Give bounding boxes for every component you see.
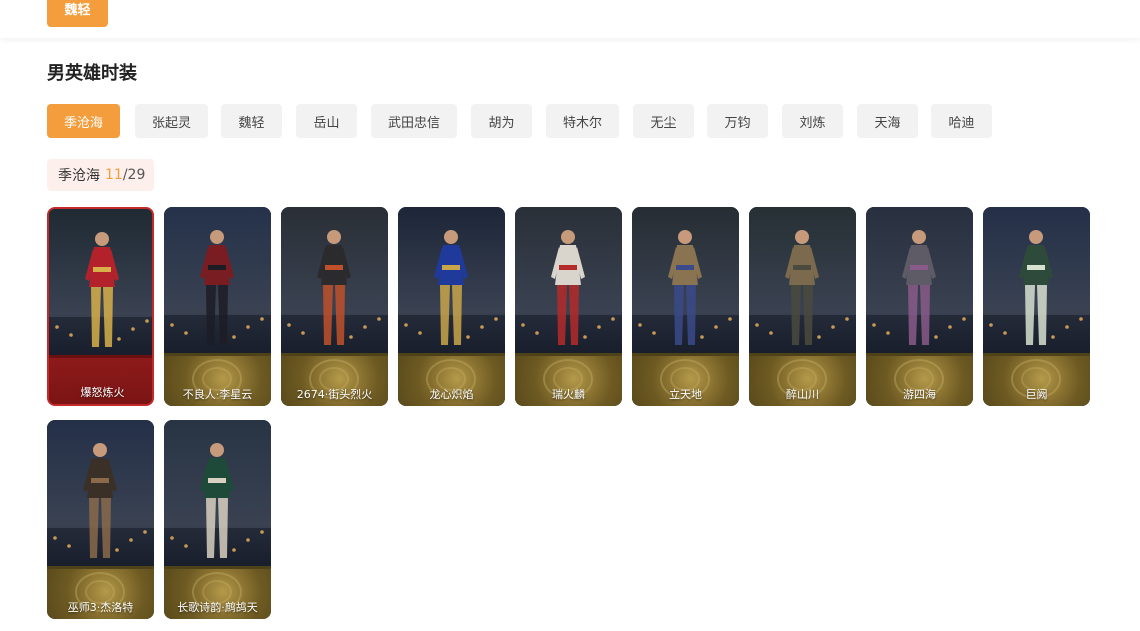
skin-portrait-image — [632, 207, 739, 357]
skin-portrait-image — [866, 207, 973, 357]
skin-card[interactable]: 长歌诗韵·鹧鸪天 — [164, 420, 271, 619]
tab-hero[interactable]: 胡为 — [471, 104, 532, 138]
skin-card[interactable]: 爆怒炼火 — [47, 207, 154, 406]
skin-name: 巨阙 — [1025, 388, 1048, 401]
skin-card[interactable]: 不良人·李星云 — [164, 207, 271, 406]
skin-name: 不良人·李星云 — [182, 388, 253, 401]
tab-hero[interactable]: 张起灵 — [135, 104, 208, 138]
skin-name: 龙心炽焰 — [429, 388, 474, 401]
skin-card[interactable]: 巨阙 — [983, 207, 1090, 406]
skin-card[interactable]: 醉山川 — [749, 207, 856, 406]
skin-portrait-image — [515, 207, 622, 357]
skin-name: 醉山川 — [786, 388, 819, 401]
skin-card[interactable]: 瑞火麟 — [515, 207, 622, 406]
skin-name: 游四海 — [903, 388, 936, 401]
skin-card[interactable]: 立天地 — [632, 207, 739, 406]
tab-hero[interactable]: 无尘 — [633, 104, 694, 138]
counter-total: 29 — [127, 167, 146, 183]
tab-hero[interactable]: 天海 — [857, 104, 918, 138]
skin-card[interactable]: 龙心炽焰 — [398, 207, 505, 406]
skin-portrait-image — [164, 420, 271, 570]
tab-hero[interactable]: 特木尔 — [546, 104, 619, 138]
skin-counter: 季沧海 11 / 29 — [47, 159, 154, 191]
top-bar: 魏轻 — [0, 0, 1140, 38]
skin-card[interactable]: 巫师3·杰洛特 — [47, 420, 154, 619]
tab-hero[interactable]: 季沧海 — [47, 104, 120, 138]
top-hero-chip[interactable]: 魏轻 — [47, 0, 108, 27]
skin-name: 爆怒炼火 — [80, 386, 125, 399]
skin-portrait-image — [281, 207, 388, 357]
skin-card[interactable]: 2674·街头烈火 — [281, 207, 388, 406]
skin-portrait-image — [398, 207, 505, 357]
tab-hero[interactable]: 岳山 — [296, 104, 357, 138]
skin-name: 长歌诗韵·鹧鸪天 — [177, 601, 258, 614]
tab-hero[interactable]: 刘炼 — [782, 104, 843, 138]
skin-card[interactable]: 游四海 — [866, 207, 973, 406]
skin-portrait-image — [749, 207, 856, 357]
section-title: 男英雄时装 — [47, 63, 137, 84]
tab-hero[interactable]: 哈迪 — [931, 104, 992, 138]
skin-name: 瑞火麟 — [552, 388, 585, 401]
skin-name: 2674·街头烈火 — [296, 388, 373, 401]
skin-portrait-image — [983, 207, 1090, 357]
skin-name: 立天地 — [669, 388, 702, 401]
skin-portrait-image — [47, 420, 154, 570]
counter-current: 11 — [105, 167, 123, 183]
counter-hero-name: 季沧海 — [58, 168, 100, 184]
tab-hero[interactable]: 万钧 — [707, 104, 768, 138]
tab-hero[interactable]: 武田忠信 — [371, 104, 457, 138]
tab-hero[interactable]: 魏轻 — [221, 104, 282, 138]
skin-portrait-image — [164, 207, 271, 357]
skin-name: 巫师3·杰洛特 — [67, 601, 134, 614]
skin-portrait-image — [49, 209, 152, 359]
